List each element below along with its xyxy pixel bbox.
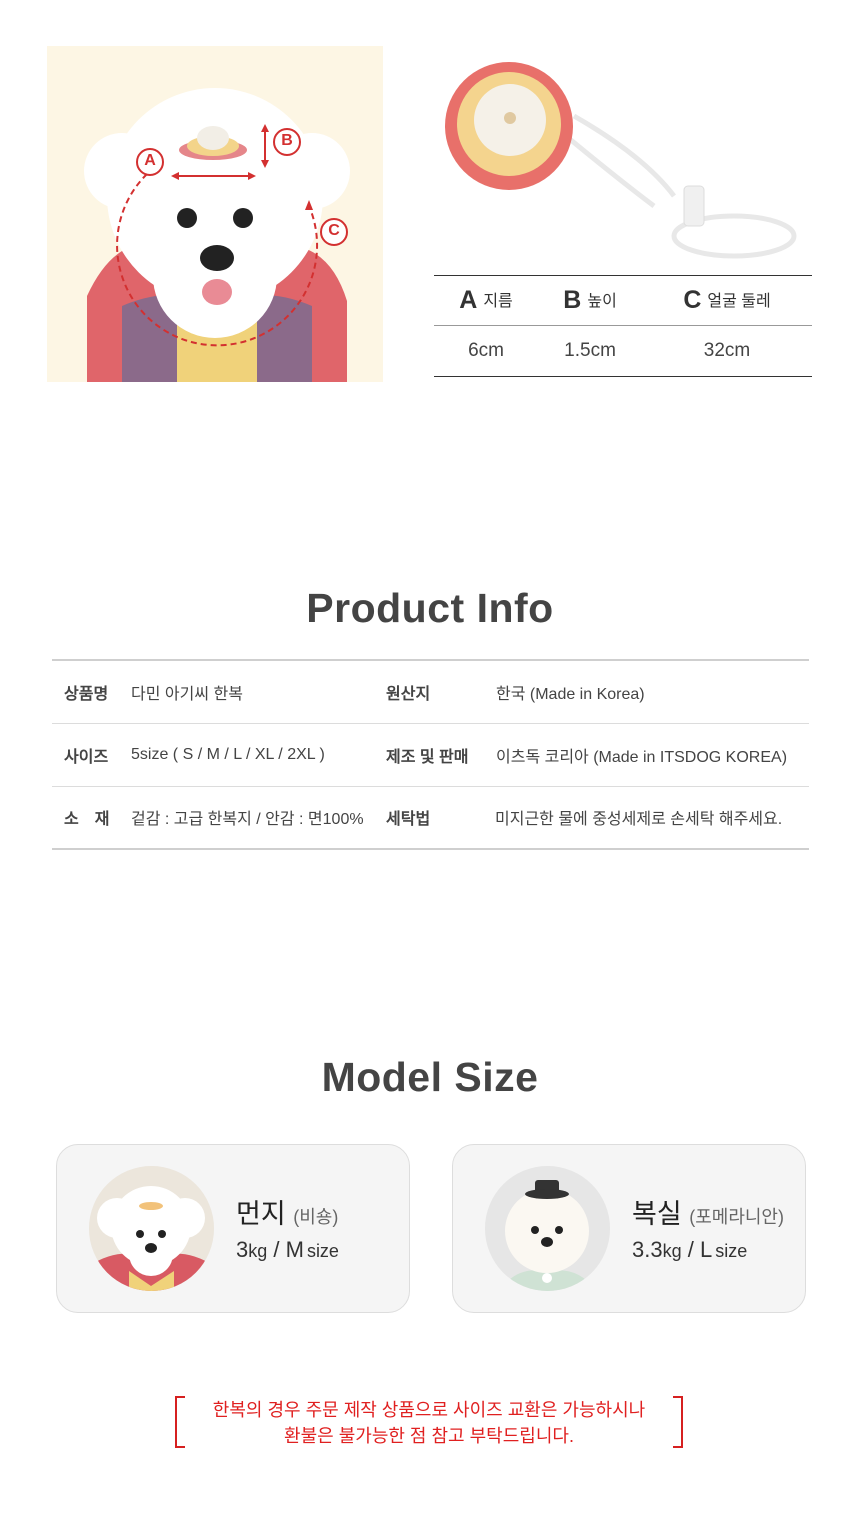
size-col-b-header: B 높이 bbox=[538, 275, 643, 326]
info-key-material: 소 재 bbox=[52, 786, 130, 850]
model-breed: (포메라니안) bbox=[689, 1207, 784, 1227]
info-value-origin: 한국 (Made in Korea) bbox=[495, 659, 809, 724]
product-photo bbox=[434, 46, 812, 266]
model-size-line: 3kg / Msize bbox=[236, 1237, 339, 1262]
info-key-maker: 제조 및 판매 bbox=[385, 723, 495, 787]
info-key-origin: 원산지 bbox=[385, 659, 495, 724]
size-value-a: 6cm bbox=[434, 325, 539, 377]
model-name: 먼지 bbox=[236, 1199, 286, 1229]
model-avatar-pomeranian bbox=[485, 1166, 610, 1291]
info-value-washing: 미지근한 물에 중성세제로 손세탁 해주세요. bbox=[495, 786, 809, 850]
info-value-name: 다민 아기씨 한복 bbox=[130, 659, 385, 724]
size-table: A 지름 B 높이 C 얼굴 둘레 6cm 1.5cm 32cm bbox=[434, 275, 812, 377]
refund-notice: 한복의 경우 주문 제작 상품으로 사이즈 교환은 가능하시나 환불은 불가능한… bbox=[175, 1396, 683, 1448]
dog-measurement-photo: A B C bbox=[47, 46, 383, 382]
info-value-material: 겉감 : 고급 한복지 / 안감 : 면100% bbox=[130, 786, 385, 850]
info-key-name: 상품명 bbox=[52, 659, 130, 724]
notice-line-2: 환불은 불가능한 점 참고 부탁드립니다. bbox=[284, 1426, 574, 1446]
model-name-line: 먼지 (비숑) bbox=[236, 1192, 338, 1231]
notice-line-1: 한복의 경우 주문 제작 상품으로 사이즈 교환은 가능하시나 bbox=[212, 1400, 646, 1420]
model-breed: (비숑) bbox=[293, 1207, 339, 1227]
model-name: 복실 bbox=[632, 1199, 682, 1229]
label-b: B bbox=[281, 132, 293, 149]
model-name-line: 복실 (포메라니안) bbox=[632, 1192, 784, 1231]
model-size-title: Model Size bbox=[321, 1054, 539, 1100]
info-key-washing: 세탁법 bbox=[385, 786, 495, 850]
info-key-size: 사이즈 bbox=[52, 723, 130, 787]
size-value-c: 32cm bbox=[642, 325, 812, 377]
model-card-pomeranian: 복실 (포메라니안) 3.3kg / Lsize bbox=[452, 1144, 806, 1313]
size-value-b: 1.5cm bbox=[538, 325, 643, 377]
size-col-c-header: C 얼굴 둘레 bbox=[642, 275, 812, 326]
product-info-table: 상품명 다민 아기씨 한복 원산지 한국 (Made in Korea) 사이즈… bbox=[52, 659, 809, 850]
product-info-title: Product Info bbox=[306, 585, 554, 631]
size-col-a-header: A 지름 bbox=[434, 275, 539, 326]
info-row: 상품명 다민 아기씨 한복 원산지 한국 (Made in Korea) bbox=[52, 659, 809, 724]
model-size-line: 3.3kg / Lsize bbox=[632, 1237, 748, 1262]
info-value-maker: 이츠독 코리아 (Made in ITSDOG KOREA) bbox=[495, 723, 809, 787]
size-table-value-row: 6cm 1.5cm 32cm bbox=[434, 325, 812, 377]
size-table-header-row: A 지름 B 높이 C 얼굴 둘레 bbox=[434, 275, 812, 326]
info-value-size: 5size ( S / M / L / XL / 2XL ) bbox=[130, 723, 385, 787]
info-row: 사이즈 5size ( S / M / L / XL / 2XL ) 제조 및 … bbox=[52, 723, 809, 787]
label-a: A bbox=[144, 152, 156, 169]
model-card-bichon: 먼지 (비숑) 3kg / Msize bbox=[56, 1144, 410, 1313]
model-avatar-bichon bbox=[89, 1166, 214, 1291]
info-row: 소 재 겉감 : 고급 한복지 / 안감 : 면100% 세탁법 미지근한 물에… bbox=[52, 786, 809, 850]
label-c: C bbox=[328, 222, 340, 239]
